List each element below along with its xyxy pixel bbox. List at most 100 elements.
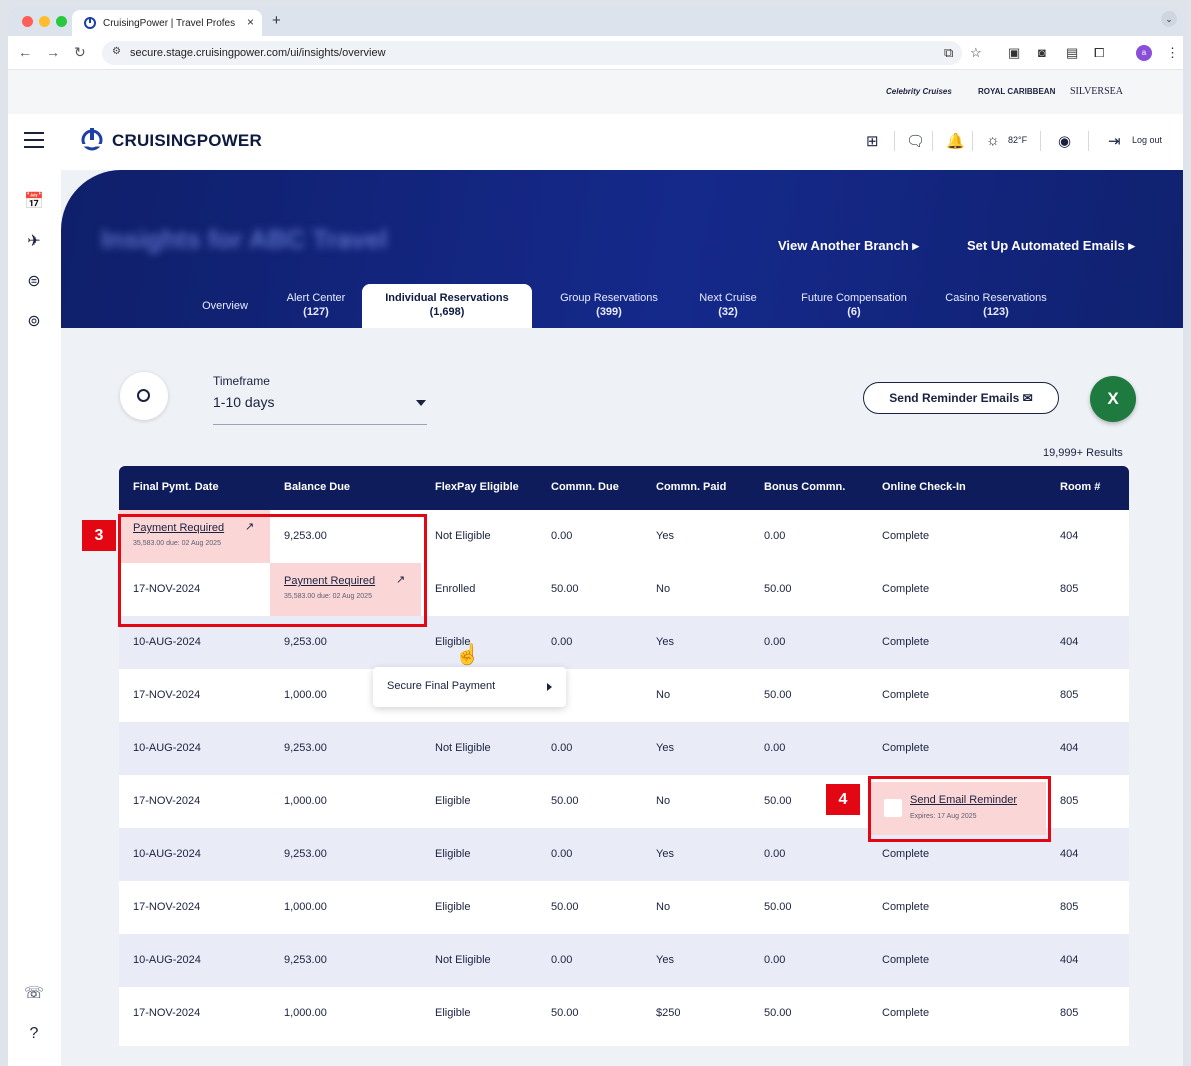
- set-up-automated-emails-link[interactable]: Set Up Automated Emails ▸: [967, 238, 1135, 254]
- flight-icon[interactable]: ✈: [22, 230, 46, 254]
- new-tab-button[interactable]: +: [272, 12, 281, 29]
- close-tab-icon[interactable]: ×: [247, 15, 254, 29]
- cell-online-check-in: Complete: [882, 636, 930, 648]
- cell-flexpay: Eligible: [435, 901, 471, 913]
- results-count: 19,999+ Results: [1043, 447, 1123, 459]
- site-info-icon[interactable]: ⚙: [112, 46, 121, 57]
- tab-label: Next Cruise: [699, 292, 757, 304]
- account-icon[interactable]: ◉: [1058, 132, 1071, 150]
- table-row[interactable]: 17-NOV-2024 1,000.00 Eligible 50.00 No 5…: [119, 881, 1129, 934]
- cell-online-check-in: Complete: [882, 1007, 930, 1019]
- table-row[interactable]: 10-AUG-2024 9,253.00 Not Eligible 0.00 Y…: [119, 934, 1129, 987]
- header-divider: [1040, 131, 1041, 151]
- logout-icon[interactable]: ⇥: [1108, 132, 1121, 150]
- tab-strip: CruisingPower | Travel Profes × + ⌄: [8, 6, 1183, 36]
- profile-avatar[interactable]: a: [1136, 45, 1152, 61]
- cell-bonus-commission: 50.00: [764, 795, 792, 807]
- cell-online-check-in: Complete: [882, 848, 930, 860]
- tab-next-cruise[interactable]: Next Cruise (32): [683, 284, 773, 328]
- table-row[interactable]: 17-NOV-2024 1,000.00 No 50.00 Complete 8…: [119, 669, 1129, 722]
- col-final-payment-date[interactable]: Final Pymt. Date: [133, 481, 219, 493]
- col-balance-due[interactable]: Balance Due: [284, 481, 350, 493]
- cell-room: 805: [1060, 1007, 1079, 1019]
- cell-room: 404: [1060, 530, 1079, 542]
- cell-commission-due: 0.00: [551, 530, 573, 542]
- cell-bonus-commission: 0.00: [764, 954, 786, 966]
- tab-count: (127): [303, 306, 329, 318]
- cell-bonus-commission: 50.00: [764, 901, 792, 913]
- back-icon[interactable]: ←: [18, 44, 32, 60]
- cell-online-check-in: Complete: [882, 954, 930, 966]
- tab-future-compensation[interactable]: Future Compensation (6): [779, 284, 929, 328]
- search-icon: [137, 389, 150, 402]
- send-reminder-emails-button[interactable]: Send Reminder Emails ✉: [863, 382, 1059, 414]
- view-another-branch-link[interactable]: View Another Branch ▸: [778, 238, 919, 254]
- bookmark-star-icon[interactable]: ☆: [970, 45, 982, 61]
- col-online-check-in[interactable]: Online Check-In: [882, 481, 966, 493]
- logout-link[interactable]: Log out: [1132, 135, 1162, 145]
- cell-commission-due: 50.00: [551, 795, 579, 807]
- col-commission-paid[interactable]: Commn. Paid: [656, 481, 726, 493]
- tab-alert-center[interactable]: Alert Center (127): [271, 284, 361, 328]
- cell-commission-paid: Yes: [656, 636, 674, 648]
- help-icon[interactable]: ?: [22, 1022, 46, 1046]
- flexpay-context-menu: Secure Final Payment: [373, 667, 566, 707]
- chat-icon[interactable]: 🗨: [906, 132, 925, 150]
- camera-extension-icon[interactable]: ◙: [1038, 45, 1046, 60]
- hamburger-menu-icon[interactable]: [24, 132, 44, 148]
- col-room-number[interactable]: Room #: [1060, 481, 1100, 493]
- close-window-button[interactable]: [22, 16, 33, 27]
- cell-final-payment-date: 10-AUG-2024: [133, 636, 201, 648]
- cell-room: 404: [1060, 636, 1079, 648]
- col-bonus-commission[interactable]: Bonus Commn.: [764, 481, 845, 493]
- annotation-box-4: [868, 776, 1051, 842]
- page-title: Insights for ABC Travel: [101, 224, 388, 254]
- col-flexpay-eligible[interactable]: FlexPay Eligible: [435, 481, 519, 493]
- cell-final-payment-date: 17-NOV-2024: [133, 689, 201, 701]
- reload-icon[interactable]: ↻: [74, 44, 86, 61]
- table-header: Final Pymt. Date Balance Due FlexPay Eli…: [119, 466, 1129, 510]
- annotation-badge-3: 3: [82, 520, 116, 551]
- tab-overview[interactable]: Overview: [189, 284, 261, 328]
- cell-room: 805: [1060, 583, 1079, 595]
- cell-bonus-commission: 50.00: [764, 583, 792, 595]
- chevron-right-icon[interactable]: [547, 683, 552, 691]
- table-row[interactable]: 10-AUG-2024 9,253.00 Not Eligible 0.00 Y…: [119, 722, 1129, 775]
- secure-final-payment-option[interactable]: Secure Final Payment: [387, 680, 495, 692]
- table-row[interactable]: 17-NOV-2024 1,000.00 Eligible 50.00 $250…: [119, 987, 1129, 1040]
- tab-count: (123): [983, 306, 1009, 318]
- cruisingpower-favicon-icon: [84, 17, 96, 29]
- maximize-window-button[interactable]: [56, 16, 67, 27]
- excel-export-icon[interactable]: X: [1090, 376, 1136, 422]
- apps-grid-icon[interactable]: ⊞: [866, 132, 879, 150]
- install-icon[interactable]: ⧉: [944, 45, 953, 61]
- cell-commission-due: 0.00: [551, 848, 573, 860]
- address-bar[interactable]: ⚙ secure.stage.cruisingpower.com/ui/insi…: [102, 41, 962, 65]
- tab-group-reservations[interactable]: Group Reservations (399): [539, 284, 679, 328]
- cell-room: 404: [1060, 954, 1079, 966]
- tab-search-icon[interactable]: ⌄: [1161, 11, 1177, 27]
- browser-menu-icon[interactable]: ⋮: [1166, 45, 1179, 61]
- cell-online-check-in: Complete: [882, 901, 930, 913]
- search-button[interactable]: [120, 372, 168, 420]
- tab-individual-reservations[interactable]: Individual Reservations (1,698): [362, 284, 532, 328]
- extensions-puzzle-icon[interactable]: ⧠: [1094, 45, 1104, 61]
- timeframe-select[interactable]: 1-10 days: [213, 394, 274, 410]
- forward-icon[interactable]: →: [46, 44, 60, 60]
- col-commission-due[interactable]: Commn. Due: [551, 481, 619, 493]
- support-chat-icon[interactable]: ☏: [22, 982, 46, 1006]
- browser-toolbar: ← → ↻ ⚙ secure.stage.cruisingpower.com/u…: [8, 36, 1183, 70]
- cell-final-payment-date: 17-NOV-2024: [133, 901, 201, 913]
- location-icon[interactable]: ⊚: [22, 310, 46, 334]
- minimize-window-button[interactable]: [39, 16, 50, 27]
- browser-tab[interactable]: CruisingPower | Travel Profes ×: [72, 10, 262, 36]
- notifications-bell-icon[interactable]: 🔔: [946, 132, 965, 150]
- tab-casino-reservations[interactable]: Casino Reservations (123): [931, 284, 1061, 328]
- ship-icon[interactable]: ⊜: [22, 270, 46, 294]
- extension-2-icon[interactable]: ▤: [1066, 45, 1078, 61]
- chevron-down-icon[interactable]: [416, 400, 426, 406]
- cell-online-check-in: Complete: [882, 689, 930, 701]
- cell-flexpay: Eligible: [435, 1007, 471, 1019]
- calendar-add-icon[interactable]: 📅: [22, 190, 46, 214]
- extension-icon[interactable]: ▣: [1008, 45, 1020, 61]
